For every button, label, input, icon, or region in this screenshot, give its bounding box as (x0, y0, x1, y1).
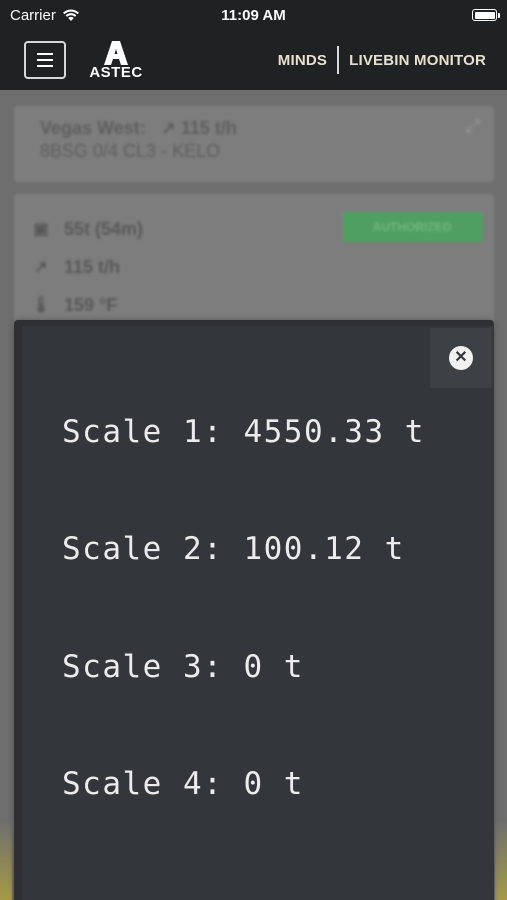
menu-button[interactable] (24, 41, 66, 79)
decorative-edge-left (0, 820, 12, 900)
logo-text: ASTEC (89, 63, 143, 81)
astec-logo-mark (104, 40, 128, 65)
hamburger-icon (37, 53, 53, 55)
nav-livebin-monitor[interactable]: LIVEBIN MONITOR (349, 52, 486, 69)
scale-3-reading: Scale 3: 0 t (62, 649, 304, 685)
carrier-label: Carrier (10, 6, 56, 24)
header-nav: MINDS LIVEBIN MONITOR (278, 46, 486, 74)
product-label: 8BSG 0/4 CL3 - KELO (40, 141, 221, 161)
wifi-icon (62, 8, 79, 21)
astec-logo: ASTEC (80, 40, 152, 81)
close-icon: ✕ (449, 346, 473, 370)
scale-2-reading: Scale 2: 100.12 t (62, 531, 405, 567)
modal-content: ✕ Scale 1: 4550.33 t Scale 2: 100.12 t S… (22, 326, 494, 900)
nav-divider (337, 46, 340, 74)
rate-value: 115 t/h (64, 256, 121, 277)
temperature-value: 159 °F (64, 294, 118, 315)
stats-card: ▣ 55t (54m) ↗ 115 t/h 🌡︎ 159 °F AUTHORIZ… (14, 194, 494, 334)
site-header-line: Vegas West: ↗ 115 t/h (40, 118, 468, 139)
weight-value: 55t (54m) (64, 218, 144, 239)
status-badge: AUTHORIZED (342, 212, 482, 242)
site-card[interactable]: Vegas West: ↗ 115 t/h 8BSG 0/4 CL3 - KEL… (14, 106, 494, 182)
temperature-row: 🌡︎ 159 °F (30, 286, 478, 324)
expand-icon[interactable]: ⤢ (466, 116, 480, 137)
status-bar: Carrier 11:09 AM (0, 0, 507, 30)
site-label: Vegas West: (40, 118, 146, 138)
status-left: Carrier (10, 7, 80, 24)
site-rate: 115 t/h (180, 118, 237, 138)
scales-modal: ✕ Scale 1: 4550.33 t Scale 2: 100.12 t S… (14, 320, 494, 900)
decorative-edge-right (495, 820, 507, 900)
scale-4-reading: Scale 4: 0 t (62, 766, 304, 802)
trend-icon: ↗ (34, 259, 48, 276)
bin-icon: ▣ (33, 221, 49, 238)
app-header: ASTEC MINDS LIVEBIN MONITOR (0, 30, 507, 90)
battery-icon (472, 9, 500, 21)
scale-1-reading: Scale 1: 4550.33 t (62, 414, 425, 450)
thermometer-icon: 🌡︎ (30, 297, 52, 314)
trend-icon: ↗ (150, 118, 181, 138)
rate-row: ↗ 115 t/h (30, 248, 478, 286)
close-button[interactable]: ✕ (430, 328, 492, 388)
nav-minds[interactable]: MINDS (278, 52, 327, 69)
